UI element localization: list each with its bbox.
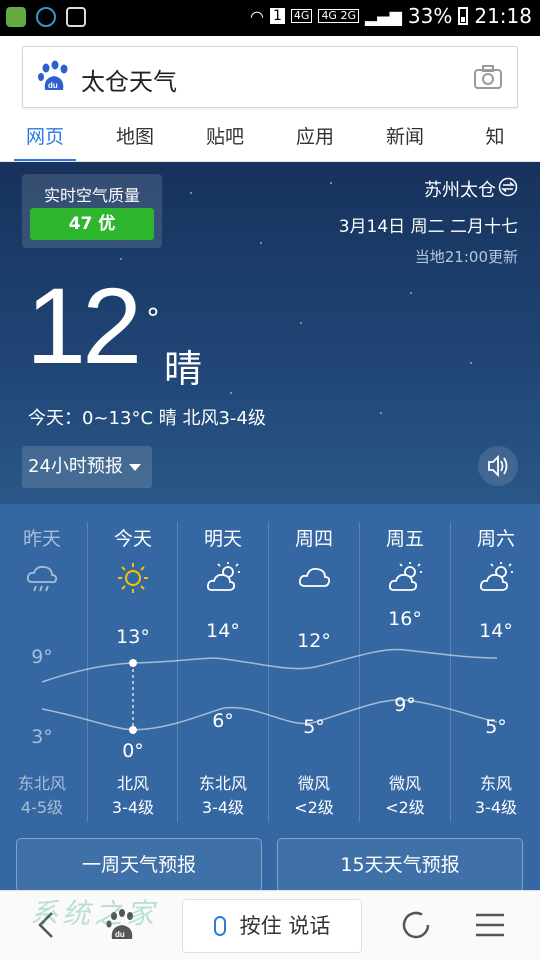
sun-icon (118, 563, 148, 593)
cloud-icon (298, 567, 331, 587)
degree-symbol: ° (146, 302, 160, 335)
tab-web[interactable]: 网页 (0, 116, 90, 162)
wind-info: 东北风 4-5级 (0, 772, 87, 820)
voice-label: 按住 说话 (239, 914, 331, 938)
search-header: du 太仓天气 网页 地图 贴吧 应用 新闻 知 (0, 36, 540, 162)
chevron-down-icon (128, 463, 141, 471)
network-4g-2g: 4G 2G (318, 9, 359, 23)
day-name: 周四 (294, 528, 333, 550)
air-quality-badge: 47 优 (30, 208, 154, 240)
update-time: 当地21:00更新 (414, 248, 518, 266)
air-quality-card[interactable]: 实时空气质量 47 优 (22, 174, 162, 248)
wind-direction: 东北风 (17, 774, 66, 793)
clock: 21:18 (474, 4, 532, 28)
tab-apps[interactable]: 应用 (270, 116, 360, 162)
forecast-24h-button[interactable]: 24小时预报 (22, 446, 152, 488)
wind-info: 东北风 3-4级 (178, 772, 268, 820)
tab-map[interactable]: 地图 (90, 116, 180, 162)
day-name: 周六 (476, 528, 515, 550)
refresh-icon[interactable] (398, 907, 434, 943)
wind-direction: 微风 (388, 774, 421, 793)
air-quality-label: 实时空气质量 (43, 186, 140, 205)
hold-to-talk-button[interactable]: 按住 说话 (182, 899, 362, 953)
wind-info: 东风 3-4级 (451, 772, 540, 820)
high-temp: 14° (206, 620, 240, 642)
wind-direction: 东北风 (198, 774, 247, 793)
partly-cloudy-icon (206, 562, 240, 591)
forecast-day-yesterday: 昨天 9° 3° 东北风 4-5级 (0, 504, 87, 822)
wind-direction: 北风 (116, 774, 149, 793)
search-tabs: 网页 地图 贴吧 应用 新闻 知 (0, 116, 540, 162)
wind-info: 微风 <2级 (360, 772, 450, 820)
rain-cloud-icon (26, 565, 58, 592)
forecast-day-thursday: 周四 12° 5° 微风 <2级 (269, 504, 359, 822)
forecast-day-tomorrow: 明天 14° 6° 东北风 3-4级 (178, 504, 268, 822)
low-temp: 6° (212, 710, 234, 732)
wind-info: 北风 3-4级 (88, 772, 178, 820)
wifi-icon: ◠ (250, 6, 264, 26)
high-temp: 12° (297, 630, 331, 652)
svg-text:du: du (48, 81, 58, 90)
wind-level: 3-4级 (474, 798, 518, 817)
today-summary: 今天：0~13°C 晴 北风3-4级 (28, 408, 266, 429)
switch-city-icon[interactable] (498, 177, 518, 197)
watermark-logo: 系统之家 (30, 897, 159, 930)
status-bar: ◠ 1 4G 4G 2G ▂▄▆ 33% 21:18 (0, 0, 540, 36)
baidu-paw-icon: du (38, 60, 68, 90)
headset-icon (36, 7, 56, 27)
day-name: 周五 (385, 528, 424, 550)
signal-icon: ▂▄▆ (364, 6, 402, 26)
forecast-24h-label: 24小时预报 (28, 456, 123, 477)
weather-card-current: 实时空气质量 47 优 苏州太仓 3月14日 周二 二月十七 当地21:00更新… (0, 162, 540, 504)
low-temp: 5° (485, 716, 507, 738)
app-notification-icon (6, 7, 26, 27)
day-name: 今天 (113, 528, 152, 550)
low-temp: 3° (31, 726, 53, 748)
partly-cloudy-icon (388, 562, 422, 591)
low-temp: 0° (122, 740, 144, 762)
day-name: 昨天 (22, 528, 61, 550)
search-box[interactable]: du 太仓天气 (22, 46, 518, 108)
tab-tieba[interactable]: 贴吧 (180, 116, 270, 162)
forecast-day-friday: 周五 16° 9° 微风 <2级 (360, 504, 450, 822)
week-forecast-button[interactable]: 一周天气预报 (16, 838, 262, 892)
partly-cloudy-icon (479, 562, 513, 591)
day-name: 明天 (203, 528, 242, 550)
menu-icon[interactable] (472, 907, 508, 943)
tab-zhidao[interactable]: 知 (450, 116, 540, 162)
wind-level: <2级 (385, 798, 425, 817)
image-icon (66, 7, 86, 27)
high-temp: 16° (388, 608, 422, 630)
current-temperature: 12 (26, 265, 142, 386)
wind-direction: 微风 (297, 774, 330, 793)
low-temp: 9° (394, 694, 416, 716)
network-4g: 4G (290, 9, 313, 23)
sim-icon: 1 (269, 8, 285, 24)
city-name[interactable]: 苏州太仓 (424, 176, 496, 202)
wind-level: 3-4级 (201, 798, 245, 817)
search-query[interactable]: 太仓天气 (81, 62, 177, 97)
wind-info: 微风 <2级 (269, 772, 359, 820)
wind-level: 4-5级 (20, 798, 64, 817)
forecast-day-today: 今天 13° 0° 北风 3-4级 (88, 504, 178, 822)
camera-icon[interactable] (473, 63, 503, 91)
battery-icon (458, 7, 469, 25)
date-text: 3月14日 周二 二月十七 (338, 217, 518, 237)
microphone-icon (213, 916, 226, 936)
low-temp: 5° (303, 716, 325, 738)
forecast-day-saturday: 周六 14° 5° 东风 3-4级 (451, 504, 540, 822)
wind-level: <2级 (294, 798, 334, 817)
current-condition: 晴 (164, 347, 203, 391)
high-temp: 14° (479, 620, 513, 642)
battery-percent: 33% (407, 4, 453, 28)
tab-news[interactable]: 新闻 (360, 116, 450, 162)
fifteen-day-forecast-button[interactable]: 15天天气预报 (277, 838, 523, 892)
forecast-panel: 昨天 9° 3° 东北风 4-5级 今天 13° 0° 北风 3-4级 明天 1… (0, 504, 540, 892)
high-temp: 13° (116, 626, 150, 648)
wind-level: 3-4级 (111, 798, 155, 817)
wind-direction: 东风 (479, 774, 512, 793)
high-temp: 9° (31, 646, 53, 668)
speaker-icon[interactable] (478, 446, 518, 486)
